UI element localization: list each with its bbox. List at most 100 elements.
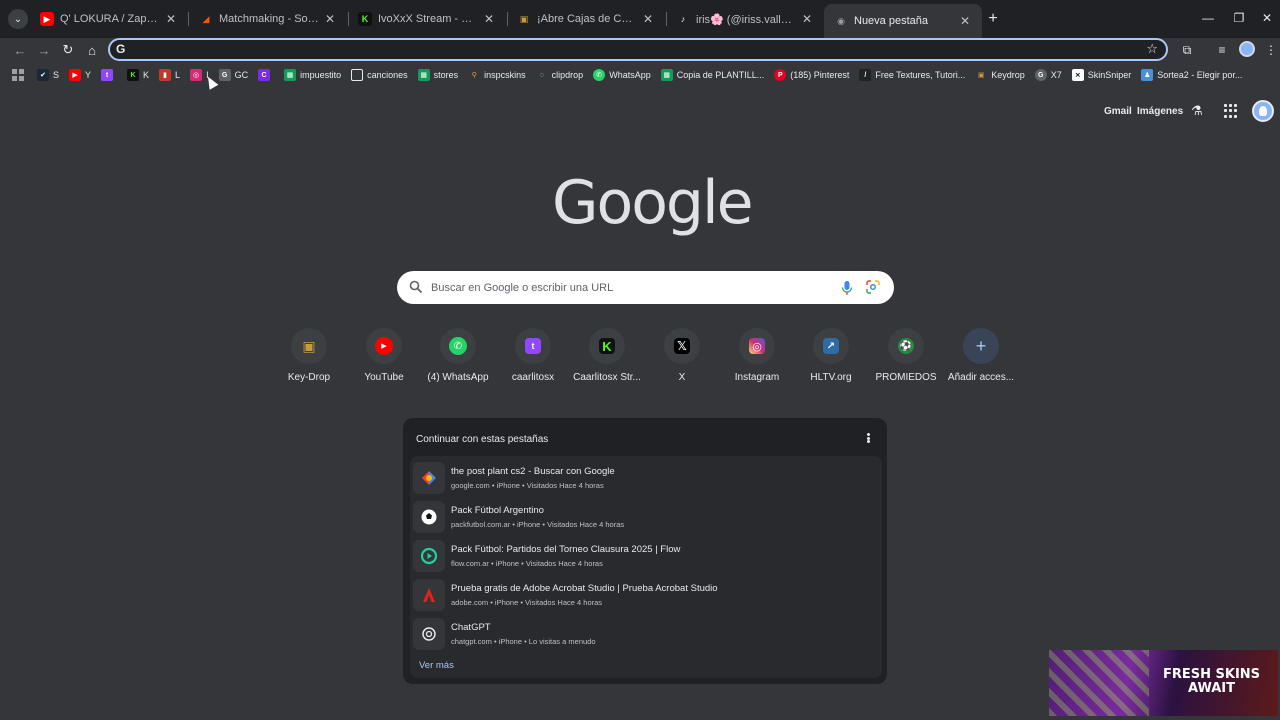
list-item[interactable]: Pack Fútbol: Partidos del Torneo Clausur… (413, 538, 879, 574)
google-lens-icon[interactable] (866, 280, 880, 294)
promo-text: FRESH SKINS AWAIT (1162, 667, 1261, 696)
arrow-left-icon: ← (13, 42, 27, 58)
plus-icon: + (988, 10, 998, 27)
tab-keydrop[interactable]: ▣ ¡Abre Cajas de CS2 (CS:GO), Ga ✕ (507, 4, 665, 34)
bookmark-whatsapp[interactable]: ✆ WhatsApp (588, 65, 656, 85)
extensions-button[interactable]: ⧉ (1178, 41, 1196, 59)
twitch-icon: t (101, 69, 114, 81)
bookmark-l[interactable]: ▮ L (154, 65, 185, 85)
bookmark-twitch[interactable]: t (96, 65, 122, 85)
close-icon[interactable]: ✕ (323, 12, 337, 26)
restore-icon: ❐ (1233, 11, 1245, 25)
bookmark-clipdrop[interactable]: ◌ clipdrop (531, 65, 589, 85)
restore-button[interactable]: ❐ (1231, 10, 1247, 26)
bookmark-s[interactable]: ✔ S (32, 65, 64, 85)
shortcut-key-drop[interactable]: ▣ Key-Drop (271, 326, 347, 392)
microphone-icon[interactable] (841, 280, 853, 296)
shortcut-caarlitosx-stream[interactable]: K Caarlitosx Str... (569, 326, 645, 392)
close-icon[interactable]: ✕ (482, 12, 496, 26)
bookmark-impuestito[interactable]: ▦ impuestito (279, 65, 346, 85)
bookmark-skinsniper[interactable]: ⨯ SkinSniper (1067, 65, 1137, 85)
steam-icon: ✔ (37, 69, 49, 81)
adobe-icon (413, 579, 445, 611)
search-box[interactable] (397, 271, 894, 304)
star-icon[interactable]: ☆ (1146, 41, 1158, 57)
shortcut-hltv[interactable]: ↗ HLTV.org (793, 326, 869, 392)
tab-title: ¡Abre Cajas de CS2 (CS:GO), Ga (537, 13, 637, 25)
hltv-icon: ↗ (823, 338, 839, 354)
bookmark-x7[interactable]: G X7 (1030, 65, 1067, 85)
gmail-link[interactable]: Gmail (1104, 106, 1132, 117)
sheets-icon: ▦ (417, 69, 430, 81)
close-icon[interactable]: ✕ (164, 12, 178, 26)
promo-overlay[interactable]: FRESH SKINS AWAIT (1049, 650, 1278, 716)
shortcut-whatsapp[interactable]: ✆ (4) WhatsApp (420, 326, 496, 392)
promiedos-icon: ⚽ (898, 338, 914, 354)
back-button[interactable]: ← (10, 40, 30, 60)
google-icon: G (116, 42, 126, 56)
shortcut-instagram[interactable]: ◎ Instagram (719, 326, 795, 392)
shortcut-youtube[interactable]: ▶ YouTube (346, 326, 422, 392)
new-tab-button[interactable]: + (985, 10, 1001, 27)
sheets-icon: ▦ (660, 69, 673, 81)
profile-avatar-small[interactable] (1239, 41, 1255, 57)
folder-icon (351, 69, 364, 81)
tab-matchmaking[interactable]: ◢ Matchmaking - South America ✕ (189, 4, 347, 34)
shortcut-caarlitosx[interactable]: t caarlitosx (495, 326, 571, 392)
x-icon: 𝕏 (674, 338, 690, 354)
plus-icon: + (975, 335, 987, 356)
list-item[interactable]: Prueba gratis de Adobe Acrobat Studio | … (413, 577, 879, 613)
kick-icon: K (127, 69, 140, 81)
home-button[interactable]: ⌂ (82, 40, 102, 60)
bookmark-canva[interactable]: C (253, 65, 279, 85)
bookmark-inspcskins[interactable]: ⚲ inspcskins (463, 65, 531, 85)
shortcut-add[interactable]: + Añadir acces... (943, 326, 1019, 392)
youtube-icon: ▶ (69, 69, 82, 81)
tab-title: Q' LOKURA / Zapada EN VIVO c (60, 13, 160, 25)
media-controls-button[interactable]: ≡ (1213, 41, 1231, 59)
youtube-icon: ▶ (40, 12, 54, 26)
tab-new-tab[interactable]: ◉ Nueva pestaña ✕ (824, 4, 982, 38)
bookmark-pinterest[interactable]: P (185) Pinterest (769, 65, 854, 85)
bookmark-stores[interactable]: ▦ stores (413, 65, 464, 85)
promo-artwork (1049, 650, 1149, 716)
bookmark-free-textures[interactable]: / Free Textures, Tutori... (854, 65, 970, 85)
minimize-button[interactable]: — (1200, 10, 1216, 26)
see-more-link[interactable]: Ver más (419, 660, 454, 671)
close-window-button[interactable]: ✕ (1259, 10, 1275, 26)
address-bar[interactable]: G ☆ (108, 38, 1168, 61)
labs-flask-icon[interactable]: ⚗ (1191, 103, 1205, 119)
close-icon[interactable]: ✕ (800, 12, 814, 26)
menu-button[interactable]: ⋮ (1262, 41, 1280, 59)
tab-kick-stream[interactable]: K IvoXxX Stream - Watch Live on ✕ (348, 4, 506, 34)
shortcut-x[interactable]: 𝕏 X (644, 326, 720, 392)
bookmark-sortea2[interactable]: ♟ Sortea2 - Elegir por... (1136, 65, 1247, 85)
bookmark-plantilla[interactable]: ▦ Copia de PLANTILL... (656, 65, 770, 85)
images-link[interactable]: Imágenes (1137, 106, 1183, 117)
bookmark-gc[interactable]: G GC (214, 65, 254, 85)
close-icon[interactable]: ✕ (958, 14, 972, 28)
list-item[interactable]: ChatGPT chatgpt.com • iPhone • Lo visita… (413, 616, 879, 652)
google-apps-icon[interactable] (1224, 104, 1238, 118)
apps-icon[interactable] (12, 69, 24, 81)
tab-strip: ⌄ ▶ Q' LOKURA / Zapada EN VIVO c ✕ ◢ Mat… (0, 0, 1280, 38)
bookmark-icon: ▮ (159, 69, 172, 81)
bookmark-y[interactable]: ▶ Y (64, 65, 96, 85)
instagram-icon: ◎ (749, 338, 765, 354)
tab-search-button[interactable]: ⌄ (8, 9, 28, 29)
tab-youtube[interactable]: ▶ Q' LOKURA / Zapada EN VIVO c ✕ (30, 4, 188, 34)
bookmark-k[interactable]: KK (122, 65, 154, 85)
bookmark-keydrop[interactable]: ▣ Keydrop (970, 65, 1030, 85)
close-icon[interactable]: ✕ (641, 12, 655, 26)
more-vert-icon[interactable] (863, 431, 873, 445)
list-item[interactable]: the post plant cs2 - Buscar con Google g… (413, 460, 879, 496)
bookmarks-bar: ✔ S ▶ Y t KK ▮ L ◎ I G GC C ▦ impuestito canci… (0, 64, 1280, 86)
reload-button[interactable]: ↻ (58, 40, 78, 60)
tab-tiktok[interactable]: ♪ iris🌸 (@iriss.vallaraniii) | TikTok ✕ (666, 4, 824, 34)
shortcut-promiedos[interactable]: ⚽ PROMIEDOS (868, 326, 944, 392)
account-avatar[interactable] (1252, 100, 1274, 122)
forward-button[interactable]: → (34, 40, 54, 60)
list-item[interactable]: Pack Fútbol Argentino packfutbol.com.ar … (413, 499, 879, 535)
search-input[interactable] (429, 271, 829, 304)
bookmark-canciones[interactable]: canciones (346, 65, 413, 85)
